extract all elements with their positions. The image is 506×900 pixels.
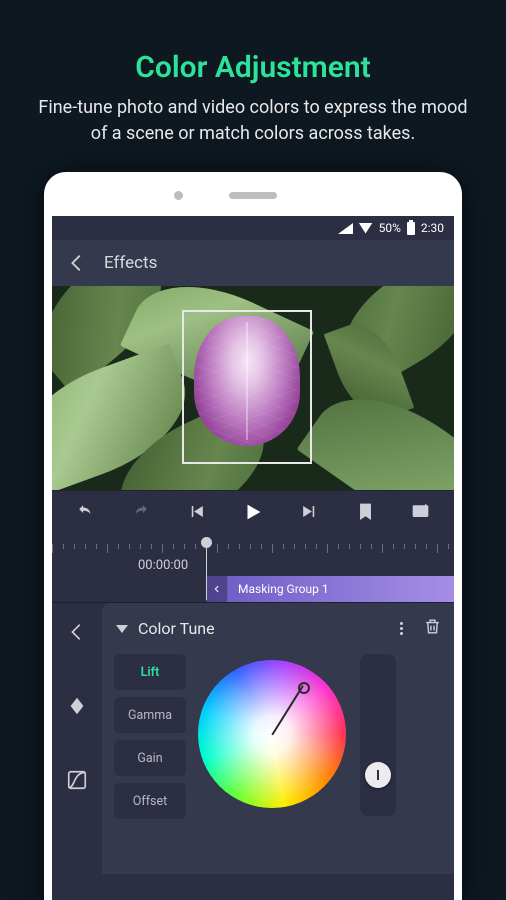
back-icon[interactable] xyxy=(66,252,88,274)
tune-tab-gain[interactable]: Gain xyxy=(114,740,186,776)
tune-tab-offset[interactable]: Offset xyxy=(114,783,186,819)
collapse-icon[interactable] xyxy=(116,625,128,633)
panel-sidebar xyxy=(52,603,102,874)
phone-frame: 50% 2:30 Effects xyxy=(44,172,462,900)
color-wheel[interactable] xyxy=(198,660,346,808)
promo-subtitle: Fine-tune photo and video colors to expr… xyxy=(0,85,506,147)
clock-text: 2:30 xyxy=(421,221,444,235)
clip[interactable]: Masking Group 1 xyxy=(206,576,454,602)
tune-tabs: Lift Gamma Gain Offset xyxy=(114,654,186,819)
present-icon[interactable] xyxy=(411,502,430,525)
panel-title: Color Tune xyxy=(138,619,391,638)
panel-back-icon[interactable] xyxy=(66,621,88,643)
promo-title: Color Adjustment xyxy=(0,0,506,85)
video-preview[interactable] xyxy=(52,286,454,490)
bookmark-add-icon[interactable] xyxy=(356,502,375,525)
wifi-icon xyxy=(359,223,373,234)
phone-speaker xyxy=(229,192,277,199)
clip-handle[interactable] xyxy=(206,576,228,602)
trash-icon[interactable] xyxy=(423,617,442,640)
skip-prev-icon[interactable] xyxy=(187,502,206,525)
phone-camera xyxy=(174,191,183,200)
wheel-indicator-dot[interactable] xyxy=(298,682,310,694)
battery-text: 50% xyxy=(379,221,401,235)
signal-icon xyxy=(338,223,353,234)
battery-icon xyxy=(407,222,415,235)
status-bar: 50% 2:30 xyxy=(52,216,454,240)
playhead[interactable] xyxy=(206,542,207,600)
timeline[interactable]: 00:00:00 Masking Group 1 xyxy=(52,536,454,602)
screen-title: Effects xyxy=(104,253,157,273)
transport-bar xyxy=(52,490,454,536)
tune-tab-gamma[interactable]: Gamma xyxy=(114,697,186,733)
curve-icon[interactable] xyxy=(66,769,88,791)
undo-icon[interactable] xyxy=(76,502,95,525)
skip-next-icon[interactable] xyxy=(300,502,319,525)
keyframe-icon[interactable] xyxy=(66,695,88,717)
panel-header: Color Tune xyxy=(114,617,442,640)
ruler xyxy=(52,544,454,554)
clip-label: Masking Group 1 xyxy=(228,582,329,596)
tune-tab-lift[interactable]: Lift xyxy=(114,654,186,690)
play-icon[interactable] xyxy=(242,501,264,527)
top-bar: Effects xyxy=(52,240,454,286)
panel-body: Lift Gamma Gain Offset xyxy=(114,654,442,819)
app-screen: 50% 2:30 Effects xyxy=(52,216,454,900)
slider-thumb[interactable] xyxy=(365,762,391,788)
timecode: 00:00:00 xyxy=(138,558,188,573)
effects-panel: Color Tune Lift Gamma Gain Offset xyxy=(52,602,454,874)
more-icon[interactable] xyxy=(391,622,411,635)
mask-rectangle[interactable] xyxy=(182,310,312,464)
redo-icon[interactable] xyxy=(131,502,150,525)
panel-main: Color Tune Lift Gamma Gain Offset xyxy=(102,603,454,874)
luma-slider[interactable] xyxy=(360,654,396,816)
